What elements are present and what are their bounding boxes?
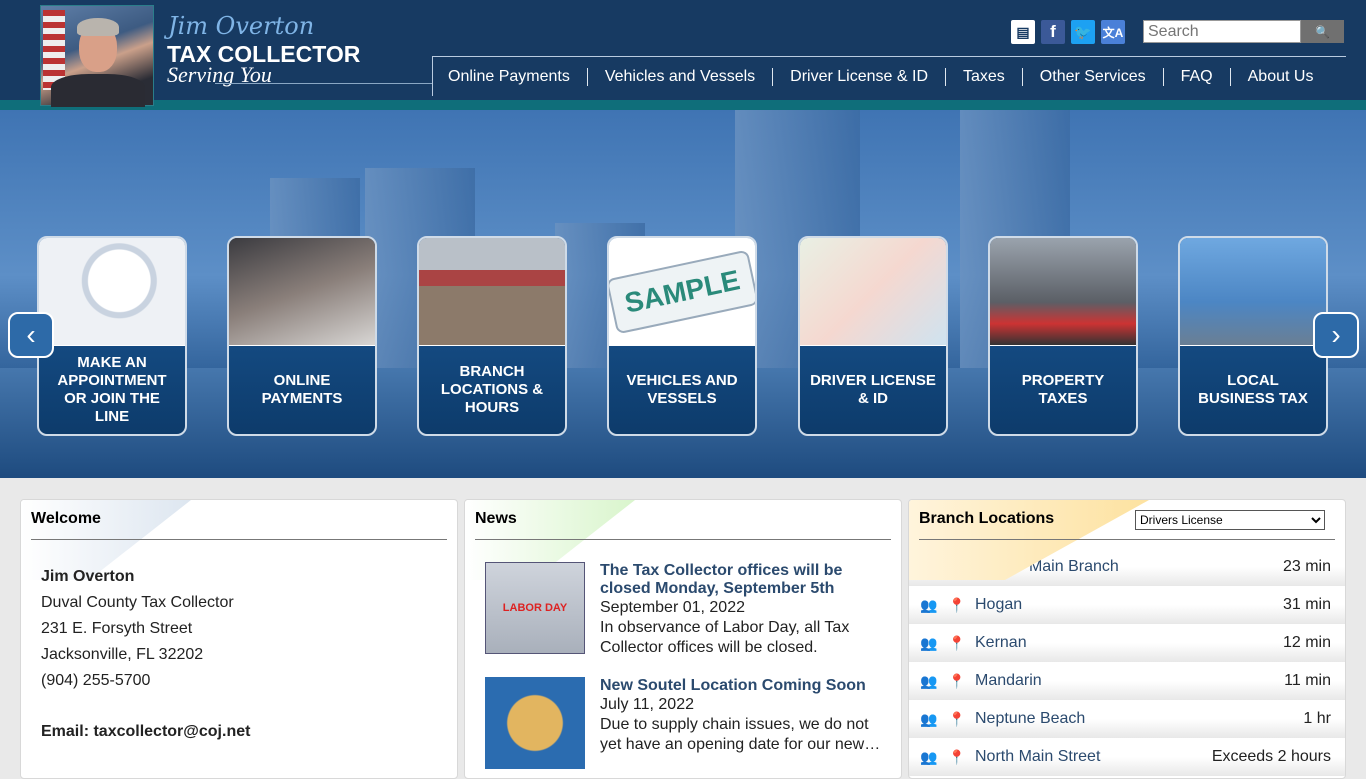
skyline-image: [1180, 238, 1326, 346]
logo-script[interactable]: Jim Overton: [168, 12, 314, 40]
people-icon: 👥: [920, 710, 938, 727]
labor-day-image: LABOR DAY: [502, 602, 568, 614]
header-stripe: [0, 100, 1366, 110]
tile-driver-license[interactable]: Driver License & ID: [798, 236, 948, 436]
branch-row[interactable]: 👥 📍 Hogan 31 min: [909, 586, 1345, 624]
translate-icon[interactable]: 文A: [1101, 20, 1125, 44]
branch-title: Branch Locations Drivers License: [919, 500, 1335, 540]
people-icon: 👥: [920, 672, 938, 689]
wait-time: 23 min: [1282, 558, 1331, 575]
branch-name[interactable]: Mandarin: [975, 672, 1284, 690]
logo-tagline: Serving You: [167, 62, 272, 87]
divider: [215, 83, 433, 84]
welcome-name: Jim Overton: [41, 568, 135, 585]
news-icon[interactable]: ▤: [1011, 20, 1035, 44]
county-seal-image: [485, 677, 585, 769]
branch-row[interactable]: 👥 📍 Kernan 12 min: [909, 624, 1345, 662]
tile-local-business-tax[interactable]: Local Business Tax: [1178, 236, 1328, 436]
nav-other-services[interactable]: Other Services: [1021, 67, 1163, 86]
news-headline[interactable]: New Soutel Location Coming Soon: [600, 677, 885, 695]
news-item[interactable]: New Soutel Location Coming Soon July 11, …: [485, 677, 885, 769]
branch-row[interactable]: 👥 📍 North Main Street Exceeds 2 hours: [909, 738, 1345, 776]
branch-panel: Branch Locations Drivers License 👥📍Yates…: [908, 499, 1346, 779]
nav-online-payments[interactable]: Online Payments: [448, 68, 587, 86]
branch-name[interactable]: Neptune Beach: [975, 710, 1303, 728]
wait-time: 12 min: [1282, 634, 1331, 651]
people-icon: 👥: [920, 596, 938, 613]
nav-driver-license[interactable]: Driver License & ID: [772, 67, 945, 86]
chevron-left-icon: ‹: [26, 319, 36, 350]
wait-time: 1 hr: [1303, 710, 1331, 727]
branch-name[interactable]: North Main Street: [975, 748, 1212, 766]
address-line: Jacksonville, FL 32202: [41, 646, 204, 663]
laptop-card-image: [229, 238, 375, 346]
license-cards-image: [800, 238, 946, 346]
people-icon: 👥: [920, 748, 938, 765]
search-icon: 🔍: [1315, 24, 1330, 39]
chevron-right-icon: ›: [1331, 319, 1341, 350]
tile-appointment[interactable]: Make an Appointment or Join the Line: [37, 236, 187, 436]
email[interactable]: Email: taxcollector@coj.net: [41, 719, 250, 745]
tax-collector-photo: [40, 5, 154, 107]
address-line: Duval County Tax Collector: [41, 594, 234, 611]
search-input[interactable]: [1143, 20, 1301, 43]
address-line: 231 E. Forsyth Street: [41, 620, 193, 637]
clock-image: [39, 238, 185, 346]
wait-time: 31 min: [1282, 596, 1331, 613]
facebook-icon[interactable]: f: [1041, 20, 1065, 44]
wait-time: Exceeds 2 hours: [1211, 748, 1331, 765]
house-calculator-image: [990, 238, 1136, 346]
branch-row[interactable]: 👥 📍 Neptune Beach 1 hr: [909, 700, 1345, 738]
phone: (904) 255-5700: [41, 672, 151, 689]
nav-taxes[interactable]: Taxes: [945, 67, 1022, 86]
nav-faq[interactable]: FAQ: [1162, 67, 1230, 86]
tile-property-taxes[interactable]: Property Taxes: [988, 236, 1138, 436]
license-plate-image: SAMPLE: [609, 249, 755, 334]
map-pin-icon: 📍: [948, 634, 966, 651]
welcome-panel: Welcome Jim Overton Duval County Tax Col…: [20, 499, 458, 779]
news-item[interactable]: LABOR DAY The Tax Collector offices will…: [485, 562, 885, 658]
map-pin-icon: 📍: [948, 748, 966, 765]
search-button[interactable]: 🔍: [1301, 20, 1344, 43]
carousel-prev-button[interactable]: ‹: [8, 312, 54, 358]
tile-vehicles-vessels[interactable]: SAMPLE Vehicles and Vessels: [607, 236, 757, 436]
branch-name[interactable]: Kernan: [975, 634, 1283, 652]
tile-online-payments[interactable]: Online Payments: [227, 236, 377, 436]
twitter-icon[interactable]: 🐦: [1071, 20, 1095, 44]
news-panel: News LABOR DAY The Tax Collector offices…: [464, 499, 902, 779]
service-select[interactable]: Drivers License: [1135, 510, 1325, 530]
branch-row[interactable]: 👥 📍 Mandarin 11 min: [909, 662, 1345, 700]
tile-branch-locations[interactable]: Branch Locations & Hours: [417, 236, 567, 436]
map-pin-icon: 📍: [948, 710, 966, 727]
map-pin-icon: 📍: [948, 672, 966, 689]
branch-name[interactable]: Hogan: [975, 596, 1283, 614]
nav-about-us[interactable]: About Us: [1229, 67, 1331, 86]
wait-time: 11 min: [1284, 672, 1331, 689]
map-pin-icon: 📍: [948, 596, 966, 613]
main-nav: Online Payments Vehicles and Vessels Dri…: [432, 56, 1346, 96]
nav-vehicles-vessels[interactable]: Vehicles and Vessels: [586, 67, 772, 86]
people-icon: 👥: [920, 634, 938, 651]
news-headline[interactable]: The Tax Collector offices will be closed…: [600, 562, 885, 598]
news-title: News: [475, 500, 891, 540]
welcome-title: Welcome: [31, 500, 447, 540]
office-image: [419, 238, 565, 346]
carousel-next-button[interactable]: ›: [1313, 312, 1359, 358]
